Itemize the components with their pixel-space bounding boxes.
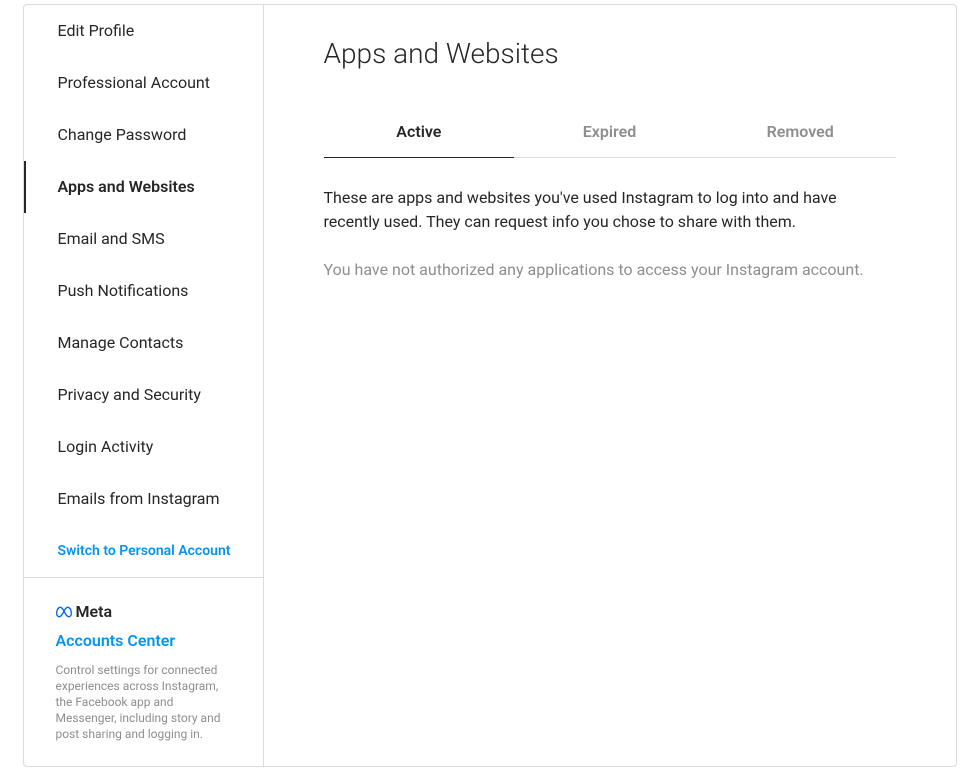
sidebar-item-push-notifications[interactable]: Push Notifications xyxy=(24,265,263,317)
tab-description: These are apps and websites you've used … xyxy=(324,186,896,234)
sidebar-nav: Edit Profile Professional Account Change… xyxy=(24,5,263,577)
tab-expired[interactable]: Expired xyxy=(514,106,705,158)
tabs-row: Active Expired Removed xyxy=(324,106,896,158)
empty-state-message: You have not authorized any applications… xyxy=(324,258,896,282)
sidebar-item-edit-profile[interactable]: Edit Profile xyxy=(24,5,263,57)
sidebar-item-privacy-and-security[interactable]: Privacy and Security xyxy=(24,369,263,421)
sidebar-item-manage-contacts[interactable]: Manage Contacts xyxy=(24,317,263,369)
accounts-center-panel: Meta Accounts Center Control settings fo… xyxy=(24,577,263,766)
meta-icon xyxy=(56,604,72,620)
tab-removed[interactable]: Removed xyxy=(705,106,896,158)
sidebar-item-login-activity[interactable]: Login Activity xyxy=(24,421,263,473)
sidebar-item-professional-account[interactable]: Professional Account xyxy=(24,57,263,109)
settings-container: Edit Profile Professional Account Change… xyxy=(23,4,957,767)
accounts-center-link[interactable]: Accounts Center xyxy=(56,631,176,650)
main-content: Apps and Websites Active Expired Removed… xyxy=(264,5,956,766)
sidebar-item-email-and-sms[interactable]: Email and SMS xyxy=(24,213,263,265)
sidebar-item-apps-and-websites[interactable]: Apps and Websites xyxy=(24,161,263,213)
meta-brand-label: Meta xyxy=(76,602,113,621)
sidebar-item-change-password[interactable]: Change Password xyxy=(24,109,263,161)
page-title: Apps and Websites xyxy=(324,37,896,70)
meta-brand: Meta xyxy=(56,602,231,621)
sidebar-item-switch-to-personal[interactable]: Switch to Personal Account xyxy=(24,525,263,577)
sidebar-item-emails-from-instagram[interactable]: Emails from Instagram xyxy=(24,473,263,525)
settings-sidebar: Edit Profile Professional Account Change… xyxy=(24,5,264,766)
accounts-center-description: Control settings for connected experienc… xyxy=(56,662,231,742)
tab-active[interactable]: Active xyxy=(324,106,515,158)
